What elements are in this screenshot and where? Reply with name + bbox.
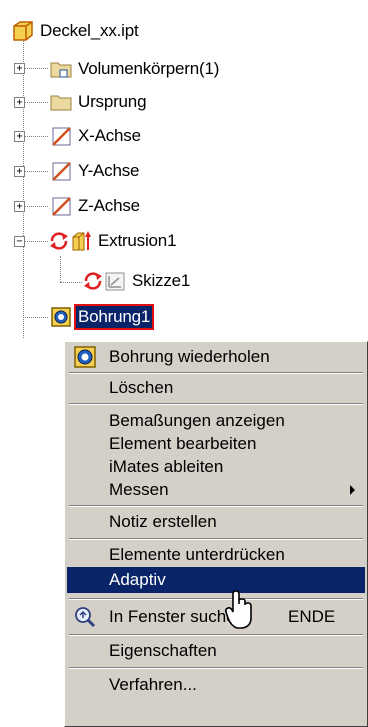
tree-line: [25, 317, 48, 318]
menu-separator: [69, 505, 363, 507]
menu-item-bohrung-wiederholen[interactable]: Bohrung wiederholen: [67, 344, 365, 370]
sketch-icon: [104, 270, 126, 292]
tree-line: [60, 256, 61, 282]
tree-item-label: Bohrung1: [73, 304, 155, 330]
menu-separator: [69, 598, 363, 600]
menu-item-label: Messen: [109, 480, 169, 499]
tree-line: [60, 282, 82, 283]
expand-toggle[interactable]: +: [14, 166, 25, 177]
work-axis-icon: [50, 125, 72, 147]
part-file-icon: [12, 20, 34, 42]
menu-item-label: Adaptiv: [109, 570, 166, 589]
menu-item-verfahren[interactable]: Verfahren...: [67, 672, 365, 698]
tree-line: [25, 206, 48, 207]
hole-feature-icon: [50, 306, 72, 328]
tree-item-volumenkoerper[interactable]: Volumenkörpern(1): [50, 56, 221, 82]
tree-line: [25, 68, 48, 69]
menu-item-label: iMates ableiten: [109, 457, 224, 476]
menu-item-in-fenster-suchen[interactable]: In Fenster suchen ENDE: [67, 604, 365, 630]
menu-item-shortcut: ENDE: [288, 607, 336, 626]
hole-feature-icon: [73, 345, 97, 369]
tree-item-skizze[interactable]: Skizze1: [82, 268, 192, 294]
hand-cursor-icon: [225, 590, 255, 630]
work-axis-icon: [50, 160, 72, 182]
menu-item-label: Notiz erstellen: [109, 512, 217, 531]
tree-item-label: Extrusion1: [98, 231, 177, 250]
menu-item-eigenschaften[interactable]: Eigenschaften: [67, 638, 365, 664]
folder-icon: [50, 91, 72, 113]
tree-line: [25, 241, 48, 242]
menu-separator: [69, 403, 363, 405]
tree-item-label: Z-Achse: [78, 196, 140, 215]
tree-item-extrusion[interactable]: Extrusion1: [48, 228, 178, 254]
menu-separator: [69, 634, 363, 636]
menu-item-loeschen[interactable]: Löschen: [67, 375, 365, 401]
menu-separator: [69, 667, 363, 669]
menu-separator: [69, 538, 363, 540]
menu-item-label: Elemente unterdrücken: [109, 545, 285, 564]
expand-toggle[interactable]: +: [14, 131, 25, 142]
work-axis-icon: [50, 195, 72, 217]
tree-item-label: Volumenkörpern(1): [78, 59, 220, 78]
tree-item-label: Ursprung: [78, 92, 147, 111]
expand-toggle[interactable]: +: [14, 201, 25, 212]
menu-item-label: Element bearbeiten: [109, 434, 257, 453]
update-icon: [48, 230, 68, 252]
menu-separator: [69, 372, 363, 374]
tree-item-ursprung[interactable]: Ursprung: [50, 89, 148, 115]
menu-item-adaptiv[interactable]: Adaptiv: [67, 567, 365, 593]
tree-item-x-achse[interactable]: X-Achse: [50, 123, 143, 149]
menu-item-label: Löschen: [109, 378, 174, 397]
expand-toggle[interactable]: +: [14, 97, 25, 108]
tree-item-label: Skizze1: [132, 271, 191, 290]
folder-icon: [50, 58, 72, 80]
zoom-find-icon: [73, 605, 97, 629]
tree-item-label: Y-Achse: [78, 161, 140, 180]
menu-item-label: Bohrung wiederholen: [109, 347, 270, 366]
tree-root-label: Deckel_xx.ipt: [40, 21, 139, 40]
context-menu: Bohrung wiederholen Löschen Bemaßungen a…: [64, 341, 368, 727]
tree-item-label: X-Achse: [78, 126, 141, 145]
menu-item-label: Verfahren...: [109, 675, 197, 694]
tree-item-z-achse[interactable]: Z-Achse: [50, 193, 142, 219]
tree-line: [25, 136, 48, 137]
tree-line: [23, 38, 24, 338]
collapse-toggle[interactable]: −: [14, 236, 25, 247]
expand-toggle[interactable]: +: [14, 63, 25, 74]
menu-item-label: Bemaßungen anzeigen: [109, 411, 285, 430]
tree-item-bohrung[interactable]: Bohrung1: [50, 304, 155, 330]
tree-line: [25, 171, 48, 172]
tree-line: [25, 102, 48, 103]
tree-root[interactable]: Deckel_xx.ipt: [12, 18, 141, 44]
extrusion-icon: [70, 230, 92, 252]
menu-item-messen[interactable]: Messen: [67, 477, 365, 503]
submenu-arrow-icon: [350, 485, 355, 495]
update-icon: [82, 270, 102, 292]
menu-item-elemente-unterdruecken[interactable]: Elemente unterdrücken: [67, 542, 365, 568]
tree-item-y-achse[interactable]: Y-Achse: [50, 158, 141, 184]
model-browser: Deckel_xx.ipt + Volumenkörpern(1) + Ursp…: [0, 0, 368, 350]
menu-item-notiz-erstellen[interactable]: Notiz erstellen: [67, 509, 365, 535]
menu-item-label: Eigenschaften: [109, 641, 217, 660]
